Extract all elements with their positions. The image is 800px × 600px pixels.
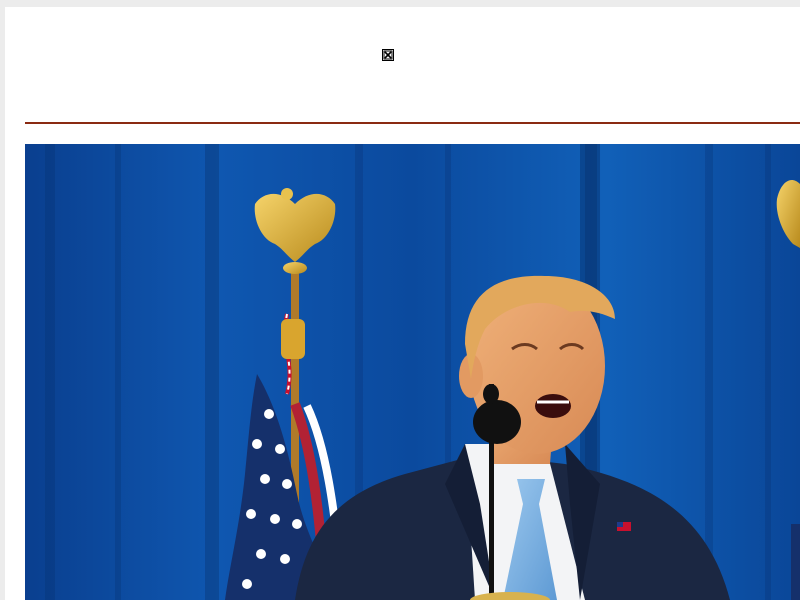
site-header	[5, 7, 800, 124]
hero-photo[interactable]	[25, 144, 800, 600]
header-divider	[25, 122, 800, 124]
broken-image-icon[interactable]	[382, 49, 394, 61]
page	[5, 7, 800, 600]
hero-photo-illustration	[25, 144, 800, 600]
